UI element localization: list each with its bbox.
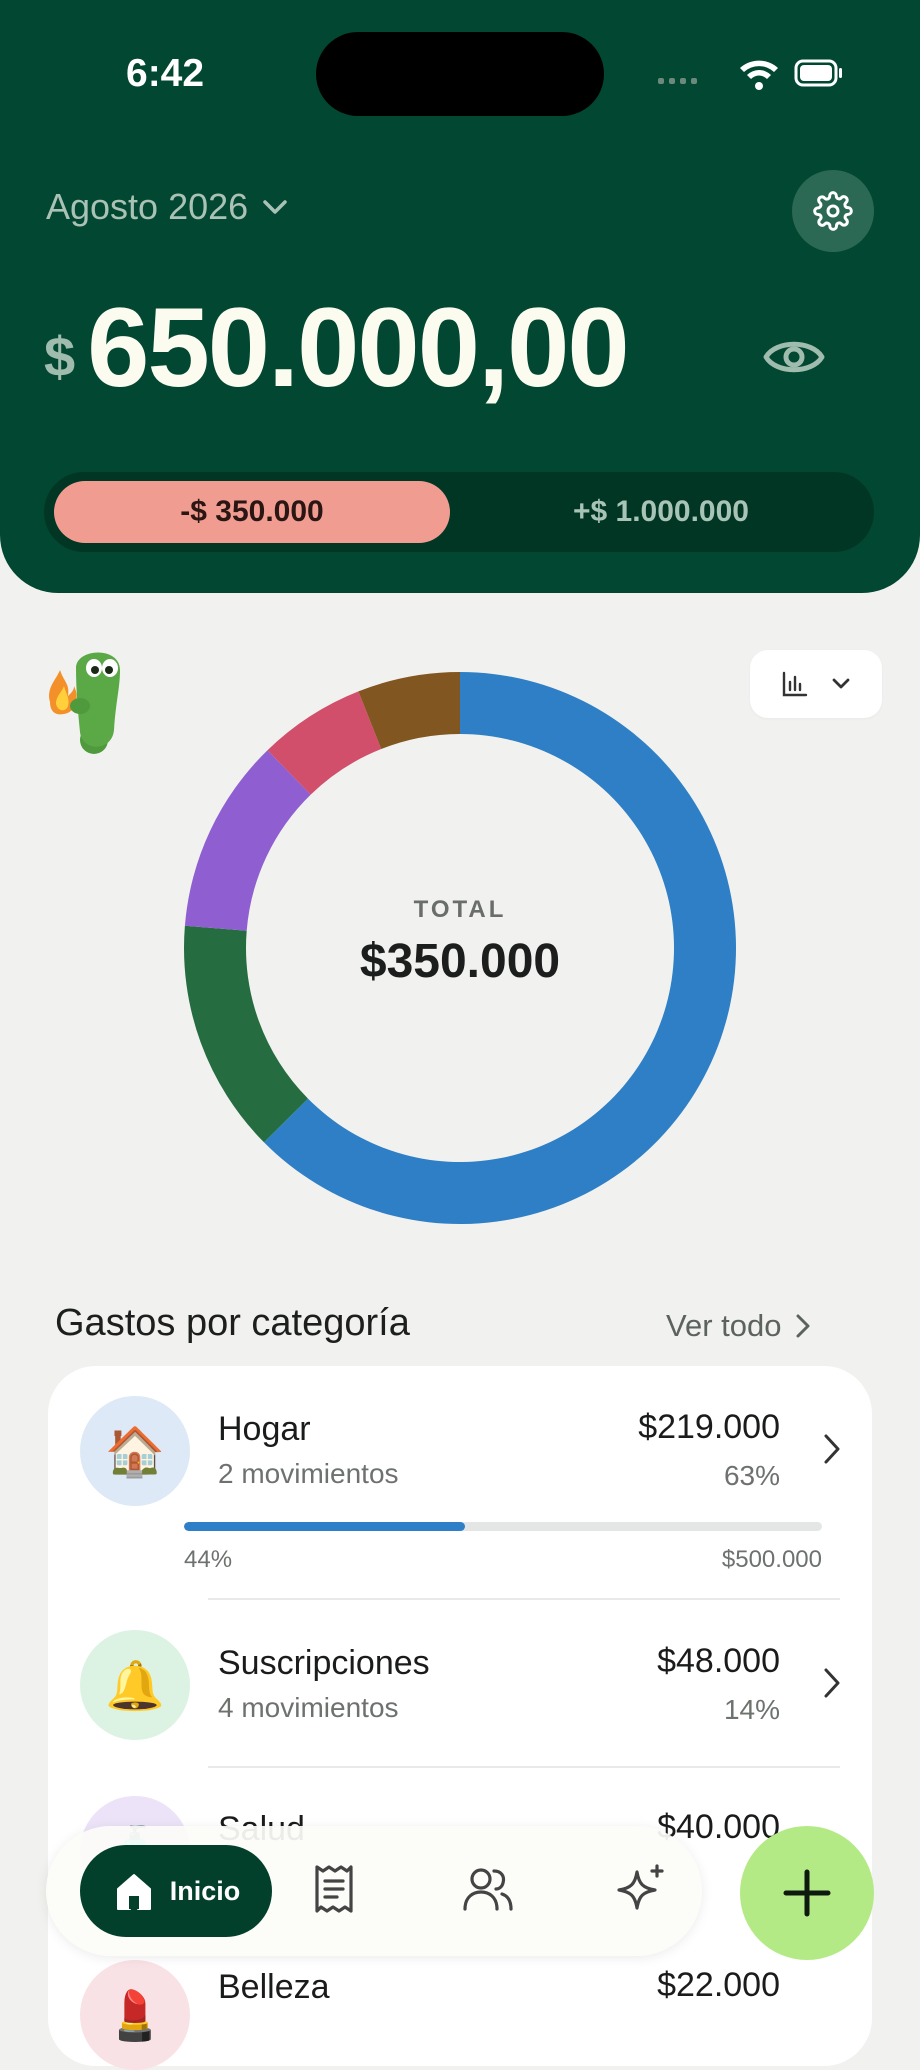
category-name: Hogar: [218, 1410, 311, 1448]
plus-icon: [783, 1869, 831, 1917]
category-row-suscripciones[interactable]: 🔔 Suscripciones 4 movimientos $48.000 14…: [48, 1600, 872, 1768]
month-label: Agosto 2026: [46, 186, 249, 227]
nav-people-button[interactable]: [458, 1859, 518, 1919]
status-icons: [658, 59, 842, 90]
dynamic-island: [316, 32, 604, 116]
nav-home-label: Inicio: [169, 1875, 241, 1906]
income-tab[interactable]: +$ 1.000.000: [458, 481, 864, 543]
receipt-icon: [315, 1865, 353, 1913]
category-row-belleza[interactable]: 💄 Belleza $22.000: [48, 1960, 872, 2070]
chevron-down-icon: [832, 678, 850, 689]
bell-icon: 🔔: [80, 1630, 190, 1740]
balance-header: 6:42 Agosto 2026 $ 650.000,00 -$ 350.000…: [0, 0, 920, 593]
settings-button[interactable]: [792, 170, 874, 252]
balance-amount: $ 650.000,00: [44, 282, 630, 414]
category-name: Suscripciones: [218, 1644, 430, 1682]
chevron-down-icon: [263, 200, 287, 214]
chevron-right-icon: [796, 1314, 810, 1338]
category-row-hogar[interactable]: 🏠 Hogar 2 movimientos $219.000 63% 44% $…: [48, 1366, 872, 1600]
bottom-navigation: Inicio: [46, 1826, 702, 1956]
budget-used-percent: 44%: [184, 1546, 233, 1573]
category-movements: 2 movimientos: [218, 1458, 399, 1489]
see-all-link[interactable]: Ver todo: [666, 1308, 811, 1344]
nav-home-button[interactable]: Inicio: [80, 1845, 272, 1937]
add-transaction-button[interactable]: [740, 1826, 874, 1960]
bar-chart-icon: [782, 671, 808, 697]
balance-value: 650.000,00: [87, 285, 630, 410]
home-icon: [116, 1874, 151, 1910]
signal-icon: [658, 78, 697, 84]
beauty-icon: 💄: [80, 1960, 190, 2070]
currency-symbol: $: [44, 325, 76, 388]
category-percent: 63%: [723, 1460, 780, 1491]
sparkles-icon: [617, 1864, 664, 1910]
wifi-icon: [740, 60, 778, 90]
category-name: Belleza: [218, 1968, 330, 2006]
house-icon: 🏠: [80, 1396, 190, 1506]
budget-limit: $500.000: [721, 1546, 822, 1573]
donut-center-label: TOTAL: [413, 896, 507, 923]
category-amount: $48.000: [657, 1642, 780, 1680]
nav-transactions-button[interactable]: [304, 1859, 364, 1919]
category-movements: 4 movimientos: [218, 1692, 399, 1723]
category-percent: 14%: [723, 1694, 780, 1725]
income-expense-toggle: -$ 350.000 +$ 1.000.000: [44, 472, 874, 552]
donut-center-value: $350.000: [359, 935, 561, 988]
budget-progress-bar: [184, 1522, 822, 1531]
category-amount: $219.000: [638, 1408, 780, 1446]
chevron-right-icon: [824, 1434, 840, 1464]
chart-type-selector[interactable]: [750, 650, 882, 718]
battery-icon: [794, 59, 842, 87]
see-all-label: Ver todo: [666, 1308, 782, 1343]
section-title: Gastos por categoría: [55, 1302, 410, 1344]
category-amount: $22.000: [657, 1966, 780, 2004]
category-list-card: 🏠 Hogar 2 movimientos $219.000 63% 44% $…: [48, 1366, 872, 2070]
people-icon: [463, 1868, 513, 1911]
gear-icon: [813, 191, 853, 231]
budget-progress-fill: [184, 1522, 465, 1531]
status-time: 6:42: [126, 52, 205, 95]
nav-ai-button[interactable]: [612, 1859, 672, 1919]
eye-icon[interactable]: [762, 332, 826, 382]
month-selector[interactable]: Agosto 2026: [46, 186, 288, 228]
mascot-illustration: [49, 652, 120, 754]
expenses-tab[interactable]: -$ 350.000: [54, 481, 450, 543]
chevron-right-icon: [824, 1668, 840, 1698]
